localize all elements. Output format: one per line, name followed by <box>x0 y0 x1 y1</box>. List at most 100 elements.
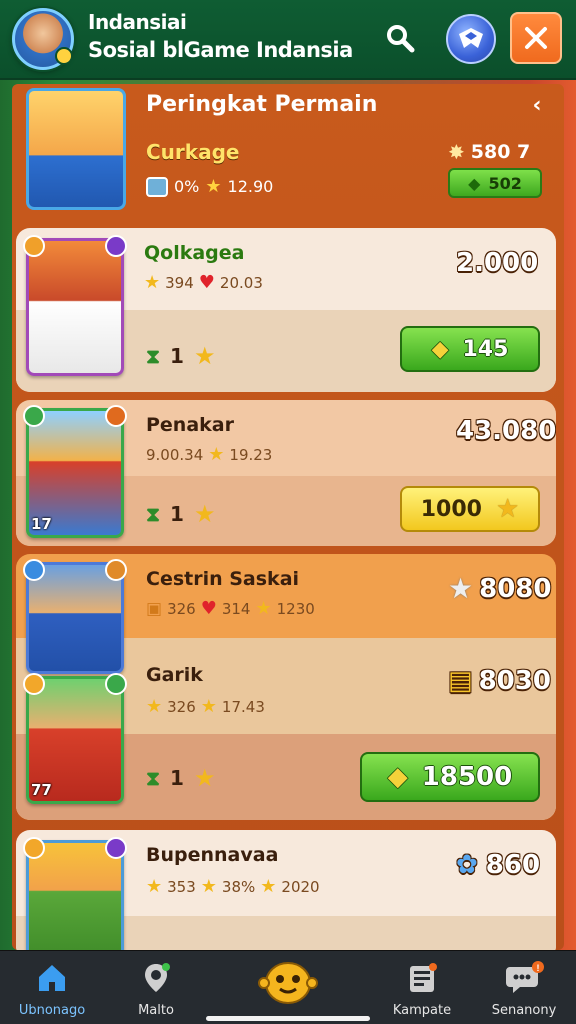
player-card-second: 77 <box>23 673 127 804</box>
player-stat-a: 394 <box>165 273 194 292</box>
player-rank-value: 1 <box>170 344 184 368</box>
player-name: Cestrin Saskai <box>146 568 300 590</box>
player-name-second: Garik <box>146 664 203 686</box>
player-name: Qolkagea <box>144 242 245 264</box>
nav-item-mascot[interactable] <box>236 957 340 1019</box>
player-score: 2.000 <box>456 248 539 278</box>
player-rank-value: 1 <box>170 766 184 790</box>
app-name: Indansiai <box>88 10 187 34</box>
nav-item-home[interactable]: Ubnonago <box>0 957 104 1019</box>
player-rank-value: 1 <box>170 502 184 526</box>
gift-icon: ▤ <box>448 666 473 696</box>
player-score-second: ▤ 8030 <box>448 666 551 696</box>
player-score-value: 860 <box>485 850 541 880</box>
reward-button-label: 145 <box>462 336 509 362</box>
bottom-nav: Ubnonago Malto Kampate ! Senanony <box>0 950 576 1024</box>
leaderboard-row-2[interactable]: 17 Penakar 9.00.34 ★ 19.23 43.080 ⧗ 1 ★ … <box>16 400 556 546</box>
rank-badge-icon <box>23 673 45 695</box>
player-stats: 9.00.34 ★ 19.23 <box>146 444 272 465</box>
leaderboard-row-1[interactable]: Qolkagea ★ 394 ♥ 20.03 2.000 ⧗ 1 ★ ◆ 145 <box>16 228 556 392</box>
nav-label: Ubnonago <box>18 1003 86 1018</box>
reward-button[interactable]: 1000 ★ <box>400 486 540 532</box>
star-icon: ★ <box>260 876 277 897</box>
panel-title: Peringkat Permain <box>146 92 378 117</box>
nav-item-chat[interactable]: ! Senanony <box>472 957 576 1019</box>
current-player-reward[interactable]: ◆ 502 <box>448 168 542 198</box>
leaderboard-row-3[interactable]: 77 Cestrin Saskai ▣ 326 ♥ 314 ★ 1230 ★ 8… <box>16 554 556 820</box>
player-stats: ★ 353 ★ 38% ★ 2020 <box>146 876 320 897</box>
player-stat-b: 38% <box>221 877 256 896</box>
player-stats: ▣ 326 ♥ 314 ★ 1230 <box>146 598 315 619</box>
reward-button[interactable]: ◆ 18500 <box>360 752 540 802</box>
heart-icon: ♥ <box>198 272 215 293</box>
star-icon: ★ <box>146 876 163 897</box>
gem-icon: ◆ <box>387 762 408 792</box>
player-stat-c: 2020 <box>281 877 320 896</box>
current-player-stats: 0% ★ 12.90 <box>146 176 273 197</box>
star-icon: ★ <box>193 500 216 528</box>
gem-icon: ◆ <box>431 336 449 362</box>
rank-badge-icon <box>23 235 45 257</box>
coin-stack-icon <box>146 176 168 197</box>
nav-label: Senanony <box>491 1003 557 1018</box>
hourglass-icon: ⧗ <box>146 502 161 526</box>
nav-label: Kampate <box>392 1003 452 1018</box>
leaderboard-row-4[interactable]: Bupennavaa ★ 353 ★ 38% ★ 2020 ✿ 860 <box>16 830 556 950</box>
current-player-stat-pct: 0% <box>174 177 200 196</box>
rank-badge-icon <box>23 837 45 859</box>
reward-button[interactable]: ◆ 145 <box>400 326 540 372</box>
player-stat-b: 20.03 <box>219 273 263 292</box>
rank-badge-icon <box>23 559 45 581</box>
close-button[interactable] <box>510 12 562 64</box>
star-icon: ★ <box>193 342 216 370</box>
nav-item-news[interactable]: Kampate <box>370 957 474 1019</box>
emblem-icon <box>459 28 483 48</box>
hourglass-icon: ⧗ <box>146 344 161 368</box>
rank-badge-icon <box>23 405 45 427</box>
reward-button-label: 1000 <box>420 496 482 522</box>
player-card <box>23 235 127 376</box>
home-icon <box>39 965 65 991</box>
svg-text:!: ! <box>537 963 540 973</box>
reward-button-label: 18500 <box>421 762 513 792</box>
player-stat-a: 326 <box>167 697 196 716</box>
current-player-reward-value: 502 <box>488 173 522 193</box>
home-indicator[interactable] <box>206 1016 370 1021</box>
player-name: Penakar <box>146 414 234 436</box>
chevron-left-icon[interactable]: ‹ <box>524 92 550 118</box>
player-stats-second: ★ 326 ★ 17.43 <box>146 696 265 717</box>
player-card <box>23 837 127 950</box>
search-button[interactable] <box>378 16 422 60</box>
player-stat-b: 19.23 <box>229 445 273 464</box>
current-player-stat-stars: 12.90 <box>227 177 274 196</box>
avatar-badge-icon <box>55 47 73 65</box>
star-icon: ★ <box>200 876 217 897</box>
map-pin-icon <box>145 963 170 992</box>
player-card: 17 <box>23 405 127 538</box>
search-icon <box>387 25 415 53</box>
class-badge-icon <box>105 673 127 695</box>
mascot-icon <box>258 962 318 1004</box>
star-icon: ★ <box>200 696 217 717</box>
player-stat-b: 17.43 <box>221 697 265 716</box>
current-player-name: Curkage <box>146 140 240 164</box>
star-icon: ★ <box>193 764 216 792</box>
player-level: 77 <box>31 781 52 799</box>
news-icon <box>410 963 437 992</box>
emblem-button[interactable] <box>446 14 496 64</box>
profile-avatar[interactable] <box>12 8 74 70</box>
leaderboard-panel: Peringkat Permain ‹ Curkage 0% ★ 12.90 ✸… <box>12 84 564 950</box>
player-stats: ★ 394 ♥ 20.03 <box>144 272 263 293</box>
heart-icon: ♥ <box>200 598 217 619</box>
class-badge-icon <box>105 559 127 581</box>
player-stat-a: 9.00.34 <box>146 445 204 464</box>
nav-item-map[interactable]: Malto <box>104 957 208 1019</box>
player-score: 43.080 <box>456 416 556 446</box>
star-icon: ★ <box>448 572 474 605</box>
player-card <box>23 559 127 674</box>
player-score: ★ 8080 <box>448 572 551 605</box>
player-stat-b: 314 <box>221 599 251 618</box>
current-player-card[interactable] <box>26 88 126 210</box>
player-rank: ⧗ 1 ★ <box>146 342 215 370</box>
gem-icon: ◆ <box>468 173 481 193</box>
